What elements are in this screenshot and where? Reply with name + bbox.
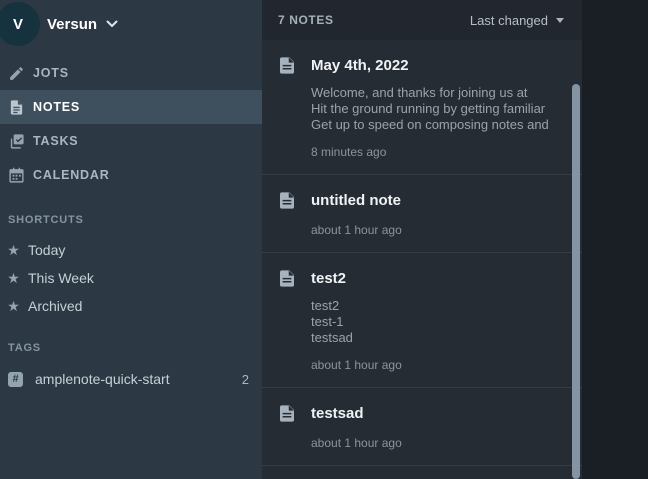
- sidebar-item-label: CALENDAR: [33, 168, 110, 182]
- note-preview-line: Get up to speed on composing notes and: [311, 117, 558, 133]
- editor-background: [582, 0, 648, 479]
- sort-dropdown-label: Last changed: [470, 13, 548, 28]
- notes-list-header: 7 NOTES Last changed: [262, 0, 582, 40]
- sidebar-item-tasks[interactable]: TASKS: [0, 124, 262, 158]
- scrollbar-thumb[interactable]: [572, 84, 580, 479]
- note-preview-line: test2: [311, 298, 558, 314]
- note-preview: Welcome, and thanks for joining us at Hi…: [311, 85, 558, 133]
- note-list-item[interactable]: test2 test2 test-1 testsad about 1 hour …: [262, 252, 582, 387]
- document-icon: [280, 192, 294, 209]
- notes-list-panel: 7 NOTES Last changed May 4th, 2022 Welco…: [262, 0, 582, 479]
- sidebar: V Versun JOTS NOTES TASKS: [0, 0, 262, 479]
- calendar-icon: [8, 167, 25, 184]
- sidebar-item-archived[interactable]: ★ Archived: [0, 292, 262, 320]
- note-list-item-partial[interactable]: [262, 465, 582, 479]
- document-icon: [280, 405, 294, 422]
- note-preview-line: Welcome, and thanks for joining us at: [311, 85, 558, 101]
- sidebar-item-label: JOTS: [33, 66, 69, 80]
- note-timestamp: 8 minutes ago: [311, 145, 558, 159]
- tag-count-badge: 2: [242, 372, 249, 387]
- document-icon: [280, 270, 294, 287]
- note-timestamp: about 1 hour ago: [311, 358, 558, 372]
- sidebar-item-today[interactable]: ★ Today: [0, 236, 262, 264]
- chevron-down-icon: [106, 20, 118, 28]
- caret-down-icon: [556, 18, 564, 23]
- shortcut-label: Today: [28, 242, 65, 258]
- account-menu[interactable]: V Versun: [0, 0, 262, 46]
- sort-dropdown[interactable]: Last changed: [470, 13, 564, 28]
- tag-label: amplenote-quick-start: [35, 371, 242, 387]
- shortcuts-section-header: SHORTCUTS: [0, 214, 262, 226]
- avatar[interactable]: V: [0, 2, 40, 46]
- sidebar-nav: JOTS NOTES TASKS CALENDAR: [0, 56, 262, 192]
- note-preview-line: test-1: [311, 314, 558, 330]
- sidebar-item-notes[interactable]: NOTES: [0, 90, 262, 124]
- tasks-icon: [8, 133, 25, 150]
- tags-section-header: TAGS: [0, 342, 262, 354]
- document-icon: [8, 99, 25, 116]
- note-list: May 4th, 2022 Welcome, and thanks for jo…: [262, 40, 582, 479]
- star-icon: ★: [5, 242, 22, 259]
- note-timestamp: about 1 hour ago: [311, 436, 558, 450]
- note-preview: test2 test-1 testsad: [311, 298, 558, 346]
- star-icon: ★: [5, 270, 22, 287]
- note-list-item[interactable]: May 4th, 2022 Welcome, and thanks for jo…: [262, 40, 582, 174]
- sidebar-item-jots[interactable]: JOTS: [0, 56, 262, 90]
- sidebar-item-label: NOTES: [33, 100, 80, 114]
- sidebar-item-this-week[interactable]: ★ This Week: [0, 264, 262, 292]
- sidebar-item-tag-amplenote-quick-start[interactable]: # amplenote-quick-start 2: [0, 364, 262, 394]
- note-title: untitled note: [311, 191, 558, 211]
- avatar-initial: V: [13, 16, 23, 33]
- star-icon: ★: [5, 298, 22, 315]
- tag-icon: #: [8, 372, 23, 387]
- note-list-item[interactable]: untitled note about 1 hour ago: [262, 174, 582, 252]
- shortcut-label: Archived: [28, 298, 82, 314]
- note-preview-line: testsad: [311, 330, 558, 346]
- notes-count-label: 7 NOTES: [278, 13, 334, 27]
- sidebar-item-calendar[interactable]: CALENDAR: [0, 158, 262, 192]
- note-list-item[interactable]: testsad about 1 hour ago: [262, 387, 582, 465]
- note-timestamp: about 1 hour ago: [311, 223, 558, 237]
- document-icon: [280, 57, 294, 74]
- note-title: test2: [311, 269, 558, 289]
- note-preview-line: Hit the ground running by getting famili…: [311, 101, 558, 117]
- shortcut-label: This Week: [28, 270, 94, 286]
- account-name: Versun: [47, 16, 97, 33]
- note-title: testsad: [311, 404, 558, 424]
- pencil-icon: [8, 65, 25, 82]
- note-title: May 4th, 2022: [311, 56, 558, 76]
- sidebar-item-label: TASKS: [33, 134, 78, 148]
